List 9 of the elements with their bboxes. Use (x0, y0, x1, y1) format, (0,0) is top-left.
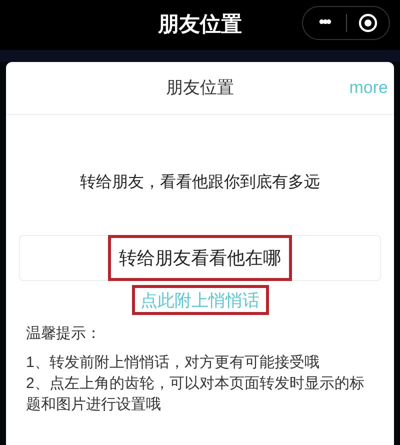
close-icon (358, 13, 378, 33)
more-menu-button[interactable]: ••• (303, 15, 346, 31)
page-title: 朋友位置 (158, 12, 242, 38)
tip-text: 2、点左上角的齿轮，可以对本页面转发时显示的标题和图片进行设置哦 (26, 374, 366, 415)
card-title: 朋友位置 (166, 77, 234, 100)
tips-title: 温馨提示： (26, 324, 102, 344)
tip-text: 1、转发前附上悄悄话，对方更有可能接受哦 (26, 353, 320, 373)
intro-text: 转给朋友，看看他跟你到底有多远 (79, 172, 321, 193)
share-button[interactable]: 转给朋友看看他在哪 (108, 235, 292, 281)
